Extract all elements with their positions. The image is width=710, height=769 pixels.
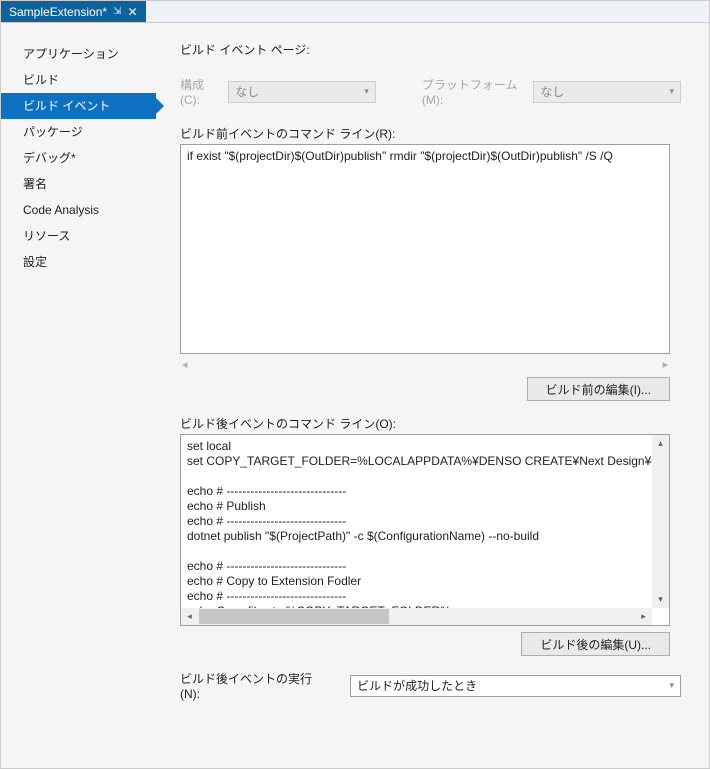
sidebar-item-package[interactable]: パッケージ	[1, 119, 156, 145]
scrollbar-thumb[interactable]	[199, 609, 389, 624]
configuration-label: 構成(C):	[180, 76, 218, 107]
page-title: ビルド イベント ページ:	[180, 41, 681, 58]
close-icon[interactable]: ✕	[127, 5, 137, 19]
tab-strip: SampleExtension* ⇲ ✕	[1, 1, 709, 23]
chevron-down-icon: ▾	[669, 680, 674, 691]
sidebar-item-debug[interactable]: デバッグ*	[1, 145, 156, 171]
run-postbuild-combo[interactable]: ビルドが成功したとき ▾	[350, 675, 681, 697]
postbuild-textarea[interactable]: set local set COPY_TARGET_FOLDER=%LOCALA…	[181, 435, 669, 625]
sidebar-item-settings[interactable]: 設定	[1, 249, 156, 275]
scrollbar-horizontal-stub[interactable]: ◂ ▸	[180, 357, 670, 371]
edit-postbuild-button[interactable]: ビルド後の編集(U)...	[521, 632, 670, 656]
sidebar-item-application[interactable]: アプリケーション	[1, 41, 156, 67]
postbuild-label: ビルド後イベントのコマンド ライン(O):	[180, 415, 681, 432]
prebuild-textarea[interactable]	[180, 144, 670, 354]
properties-sidebar: アプリケーション ビルド ビルド イベント パッケージ デバッグ* 署名 Cod…	[1, 23, 156, 768]
scroll-right-icon[interactable]: ▸	[662, 358, 668, 371]
configuration-combo[interactable]: なし ▾	[228, 81, 376, 103]
pin-icon[interactable]: ⇲	[113, 6, 121, 17]
sidebar-item-code-analysis[interactable]: Code Analysis	[1, 197, 156, 223]
scroll-up-icon[interactable]: ▴	[652, 435, 669, 452]
main-panel: ビルド イベント ページ: 構成(C): なし ▾ プラットフォーム(M): な…	[156, 23, 709, 768]
sidebar-item-resources[interactable]: リソース	[1, 223, 156, 249]
scrollbar-horizontal[interactable]: ◂ ▸	[181, 608, 652, 625]
scroll-down-icon[interactable]: ▾	[652, 591, 669, 608]
scrollbar-vertical[interactable]: ▴ ▾	[652, 435, 669, 608]
edit-prebuild-button[interactable]: ビルド前の編集(I)...	[527, 377, 670, 401]
tab-title: SampleExtension*	[9, 5, 107, 19]
postbuild-textarea-wrap: set local set COPY_TARGET_FOLDER=%LOCALA…	[180, 434, 670, 626]
sidebar-item-signing[interactable]: 署名	[1, 171, 156, 197]
sidebar-item-build[interactable]: ビルド	[1, 67, 156, 93]
sidebar-item-build-events[interactable]: ビルド イベント	[1, 93, 156, 119]
scroll-right-icon[interactable]: ▸	[635, 608, 652, 625]
chevron-down-icon: ▾	[669, 86, 674, 97]
prebuild-label: ビルド前イベントのコマンド ライン(R):	[180, 125, 681, 142]
platform-combo[interactable]: なし ▾	[533, 81, 681, 103]
document-tab[interactable]: SampleExtension* ⇲ ✕	[1, 1, 146, 22]
chevron-down-icon: ▾	[364, 86, 369, 97]
scroll-left-icon[interactable]: ◂	[182, 358, 188, 371]
run-postbuild-label: ビルド後イベントの実行(N):	[180, 670, 330, 701]
scroll-left-icon[interactable]: ◂	[181, 608, 198, 625]
platform-label: プラットフォーム(M):	[422, 76, 524, 107]
